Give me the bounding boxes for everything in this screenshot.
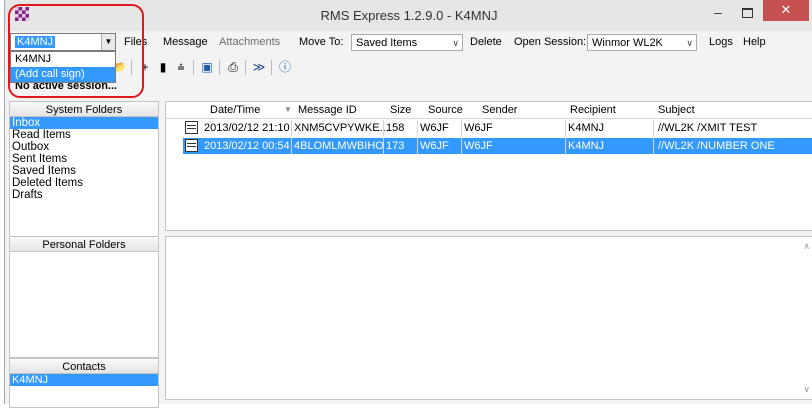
cell-recipient: K4MNJ xyxy=(568,122,605,134)
folder-panel: System Folders Inbox Read Items Outbox S… xyxy=(9,101,159,408)
message-list: Date/Time ▼ Message ID Size Source Sende… xyxy=(165,101,812,231)
cell-divider xyxy=(383,138,384,154)
column-datetime[interactable]: Date/Time xyxy=(210,104,260,116)
envelope-icon xyxy=(185,139,198,152)
move-to-select[interactable]: Saved Items ∨ xyxy=(351,34,463,51)
chevron-down-icon: ∨ xyxy=(686,38,693,48)
toolbar-separator xyxy=(219,60,220,75)
close-button[interactable]: ✕ xyxy=(763,0,809,21)
menu-move-to: Move To: xyxy=(299,36,344,48)
session-type-select[interactable]: Winmor WL2K ∨ xyxy=(587,34,697,51)
cell-source: W6JF xyxy=(420,140,449,152)
folder-read-items[interactable]: Read Items xyxy=(10,129,158,141)
cell-sender: W6JF xyxy=(464,122,493,134)
message-viewer[interactable]: ∧ ∨ xyxy=(165,236,812,400)
menu-logs[interactable]: Logs xyxy=(709,36,733,48)
envelope-icon xyxy=(185,121,198,134)
cell-divider xyxy=(565,138,566,154)
cell-divider xyxy=(653,120,654,136)
cell-message-id: XNM5CVPYWKE... xyxy=(294,122,389,134)
toolbar-separator xyxy=(271,60,272,75)
column-size[interactable]: Size xyxy=(390,104,411,116)
message-list-header: Date/Time ▼ Message ID Size Source Sende… xyxy=(166,102,812,119)
cell-subject: //WL2K /XMIT TEST xyxy=(658,122,758,134)
folder-drafts[interactable]: Drafts xyxy=(10,189,158,201)
menu-attachments[interactable]: Attachments xyxy=(219,36,280,48)
table-row[interactable]: 2013/02/12 00:54 4BLOMLMWBIHO 173 W6JF W… xyxy=(183,138,812,154)
highlight-annotation xyxy=(8,4,144,98)
system-folders-list: Inbox Read Items Outbox Sent Items Saved… xyxy=(9,117,159,236)
menu-help[interactable]: Help xyxy=(743,36,766,48)
cell-datetime: 2013/02/12 00:54 xyxy=(204,140,290,152)
forward-icon[interactable]: ≫ xyxy=(251,59,267,75)
folder-deleted-items[interactable]: Deleted Items xyxy=(10,177,158,189)
cell-divider xyxy=(461,138,462,154)
cell-size: 158 xyxy=(386,122,405,134)
folder-sent-items[interactable]: Sent Items xyxy=(10,153,158,165)
column-recipient[interactable]: Recipient xyxy=(570,104,616,116)
cell-size: 173 xyxy=(386,140,405,152)
print-icon[interactable]: ⎙ xyxy=(225,59,241,75)
cell-divider xyxy=(291,138,292,154)
cell-divider xyxy=(417,120,418,136)
move-to-value: Saved Items xyxy=(356,37,418,49)
cell-message-id: 4BLOMLMWBIHO xyxy=(294,140,384,152)
folder-saved-items[interactable]: Saved Items xyxy=(10,165,158,177)
contacts-header: Contacts xyxy=(9,358,159,374)
column-source[interactable]: Source xyxy=(428,104,463,116)
notes-icon[interactable]: ▮ xyxy=(155,59,171,75)
contacts-list: K4MNJ xyxy=(9,374,159,408)
toolbar-separator xyxy=(193,60,194,75)
save-icon[interactable]: ▣ xyxy=(199,59,215,75)
cell-divider xyxy=(565,120,566,136)
column-subject[interactable]: Subject xyxy=(658,104,695,116)
chevron-down-icon: ∨ xyxy=(452,38,459,48)
cell-divider xyxy=(461,120,462,136)
route-icon[interactable]: ⩮ xyxy=(173,59,189,75)
cell-subject: //WL2K /NUMBER ONE xyxy=(658,140,775,152)
maximize-icon xyxy=(742,8,753,18)
cell-recipient: K4MNJ xyxy=(568,140,605,152)
contact-item[interactable]: K4MNJ xyxy=(10,374,158,386)
cell-divider xyxy=(653,138,654,154)
column-message-id[interactable]: Message ID xyxy=(298,104,357,116)
cell-source: W6JF xyxy=(420,122,449,134)
personal-folders-list[interactable] xyxy=(9,252,159,358)
scroll-down-icon[interactable]: ∨ xyxy=(803,384,810,395)
personal-folders-header: Personal Folders xyxy=(9,236,159,252)
column-sender[interactable]: Sender xyxy=(482,104,517,116)
menu-delete[interactable]: Delete xyxy=(470,36,502,48)
folder-inbox[interactable]: Inbox xyxy=(10,117,158,129)
menu-open-session: Open Session: xyxy=(514,36,587,48)
session-type-value: Winmor WL2K xyxy=(592,37,663,49)
menu-message[interactable]: Message xyxy=(163,36,208,48)
sort-icon: ▼ xyxy=(284,105,292,114)
folder-outbox[interactable]: Outbox xyxy=(10,141,158,153)
scroll-up-icon[interactable]: ∧ xyxy=(803,241,810,252)
help-icon[interactable]: ⓘ xyxy=(277,59,293,75)
table-row[interactable]: 2013/02/12 21:10 XNM5CVPYWKE... 158 W6JF… xyxy=(183,120,812,136)
minimize-button[interactable]: – xyxy=(705,4,731,22)
cell-datetime: 2013/02/12 21:10 xyxy=(204,122,290,134)
cell-divider xyxy=(417,138,418,154)
cell-sender: W6JF xyxy=(464,140,493,152)
system-folders-header: System Folders xyxy=(9,101,159,117)
maximize-button[interactable] xyxy=(735,4,759,22)
cell-divider xyxy=(291,120,292,136)
cell-divider xyxy=(383,120,384,136)
toolbar-separator xyxy=(245,60,246,75)
